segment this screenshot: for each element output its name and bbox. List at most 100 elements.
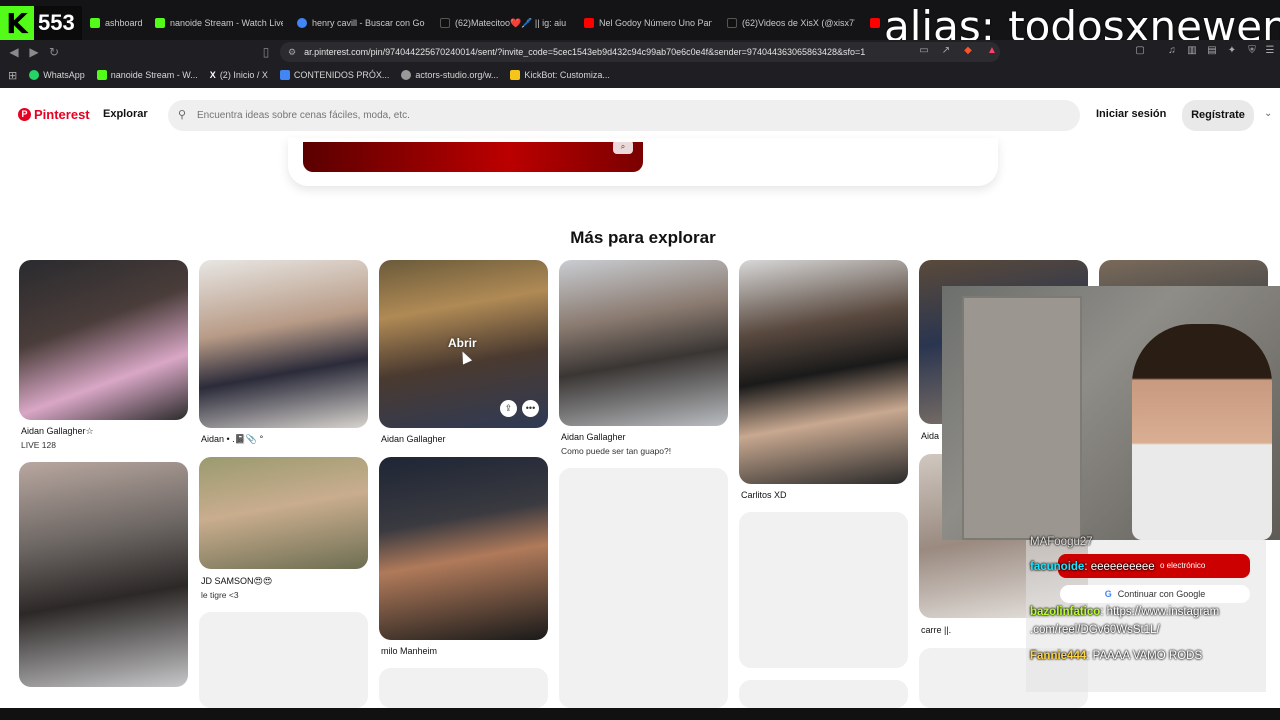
tab-youtube-nel-godoy[interactable]: Nel Godoy Número Uno Panif	[584, 12, 712, 34]
pin-title: Aidan Gallagher	[561, 432, 626, 442]
open-pin-label[interactable]: Abrir	[448, 336, 477, 350]
pin-card[interactable]	[19, 462, 188, 687]
section-title: Más para explorar	[570, 228, 716, 247]
webcam-streamer	[1132, 324, 1272, 540]
nav-explorar[interactable]: Explorar	[103, 108, 148, 120]
address-bar[interactable]: ⚙ ar.pinterest.com/pin/97404422567024001…	[280, 42, 1000, 62]
bookmark-label: actors-studio.org/w...	[415, 70, 499, 80]
kickbot-icon	[510, 70, 521, 80]
logo-text: Pinterest	[34, 107, 90, 122]
search-icon: ⚲	[178, 109, 187, 121]
sidebar-icon[interactable]: ▥	[1186, 45, 1198, 57]
bookmark-nanoide[interactable]: nanoide Stream - W...	[96, 70, 198, 80]
pin-placeholder	[739, 512, 908, 668]
bookmark-label: nanoide Stream - W...	[110, 70, 198, 80]
tab-tiktok-xisx[interactable]: (62)Videos de XisX (@xisx77) c	[727, 12, 855, 34]
x-icon: X	[209, 70, 216, 80]
tab-google-search[interactable]: henry cavill - Buscar con Goog	[297, 12, 425, 34]
search-input[interactable]	[197, 110, 1057, 121]
bookmark-whatsapp[interactable]: WhatsApp	[29, 70, 85, 80]
tab-tiktok-matecitoo[interactable]: (62)Matecitoo❤️🖊️ || ig: aiu	[440, 12, 568, 34]
chat-text: PAAAA VAMO RODS	[1092, 650, 1203, 662]
pin-title: Carlitos XD	[741, 490, 787, 500]
brave-shield-icon[interactable]: ◆	[962, 45, 974, 57]
pin-title: Aidan Gallagher	[381, 434, 446, 444]
bookmark-icon[interactable]: ▯	[258, 44, 274, 60]
pin-placeholder	[559, 468, 728, 708]
pin-card[interactable]	[19, 260, 188, 420]
pin-card[interactable]	[199, 457, 368, 569]
vpn-icon[interactable]: ✦	[1226, 45, 1238, 57]
extensions-icon[interactable]: ▢	[1134, 45, 1146, 57]
apps-grid-icon[interactable]: ⊞	[8, 69, 17, 82]
pin-closeup-card: ⌕	[288, 138, 998, 186]
pin-card[interactable]	[379, 457, 548, 640]
site-settings-icon[interactable]: ⚙	[288, 47, 296, 58]
chevron-down-icon[interactable]: ⌄	[1264, 108, 1272, 119]
music-icon[interactable]: ♫	[1166, 45, 1178, 57]
pin-placeholder	[379, 668, 548, 708]
chat-text: .com/reel/DGv60WsSt1L/	[1030, 624, 1160, 636]
tab-nanoide-stream[interactable]: nanoide Stream - Watch Live o	[155, 12, 283, 34]
brave-rewards-icon[interactable]: ▲	[986, 45, 998, 57]
address-row: ◀ ▶ ↻ ▯ ⚙ ar.pinterest.com/pin/974044225…	[0, 40, 1280, 64]
install-icon[interactable]: ▭	[918, 45, 930, 57]
viewer-count: 553	[38, 10, 75, 35]
wallet-icon[interactable]: ▤	[1206, 45, 1218, 57]
kick-logo: K	[0, 6, 34, 40]
visual-search-icon[interactable]: ⌕	[613, 140, 633, 154]
bookmark-label: CONTENIDOS PRÓX...	[293, 70, 390, 80]
register-button[interactable]: Regístrate	[1182, 100, 1254, 131]
signup-email-label: o electrónico	[1160, 561, 1206, 570]
chat-username: Fannie444	[1030, 650, 1087, 662]
chat-message-continued: .com/reel/DGv60WsSt1L/	[1030, 624, 1160, 636]
pin-subtitle: le tigre <3	[201, 590, 239, 600]
pinterest-header: PPinterest Explorar ⚲ Iniciar sesión Reg…	[0, 88, 1280, 144]
kick-icon	[96, 70, 107, 80]
more-options-icon[interactable]: •••	[522, 400, 539, 417]
pin-title: milo Manheim	[381, 646, 438, 656]
pin-title: Aida	[921, 431, 940, 441]
menu-dots-icon[interactable]: ☰	[1264, 45, 1276, 57]
pin-title: Aidan • .📓📎 °	[201, 434, 264, 444]
search-bar[interactable]: ⚲	[168, 100, 1080, 131]
share-icon[interactable]: ↗	[940, 45, 952, 57]
pin-card[interactable]	[559, 260, 728, 426]
pin-title: JD SAMSON😍😍	[201, 576, 273, 586]
tab-label: (62)Matecitoo❤️🖊️ || ig: aiu	[455, 17, 567, 28]
kick-icon	[155, 18, 165, 28]
tab-label: henry cavill - Buscar con Goog	[312, 18, 425, 28]
tab-dashboard[interactable]: ashboard	[90, 12, 148, 34]
google-icon	[297, 18, 307, 28]
chat-message: bazolinfatico: https://www.instagram	[1030, 606, 1220, 618]
bookmark-contenidos[interactable]: CONTENIDOS PRÓX...	[279, 70, 390, 80]
bookmark-kickbot[interactable]: KickBot: Customiza...	[510, 70, 610, 80]
pin-placeholder	[739, 680, 908, 708]
reload-icon[interactable]: ↻	[46, 44, 62, 60]
pinterest-logo[interactable]: P Pinterest	[18, 107, 90, 122]
pin-card[interactable]	[739, 260, 908, 484]
pin-title: Aidan Gallagher☆	[21, 426, 94, 436]
login-button[interactable]: Iniciar sesión	[1096, 108, 1166, 120]
pin-subtitle: Como puede ser tan guapo?!	[561, 446, 672, 456]
youtube-icon	[870, 18, 880, 28]
globe-icon	[401, 70, 412, 80]
webcam-background-door	[962, 296, 1082, 540]
bookmark-label: (2) Inicio / X	[219, 70, 268, 80]
share-pin-icon[interactable]: ⇪	[500, 400, 517, 417]
browser-chrome: ashboard nanoide Stream - Watch Live o h…	[0, 0, 1280, 88]
forward-icon[interactable]: ▶	[26, 44, 42, 60]
bottom-bar	[0, 708, 1280, 720]
bookmark-label: WhatsApp	[43, 70, 85, 80]
url-text[interactable]: ar.pinterest.com/pin/974044225670240014/…	[304, 47, 865, 57]
chat-username: facunoide	[1030, 561, 1085, 573]
pin-image[interactable]	[303, 142, 643, 172]
chat-text: https://www.instagram	[1106, 606, 1220, 618]
google-button-label: Continuar con Google	[1117, 589, 1206, 599]
pin-card[interactable]	[199, 260, 368, 428]
back-icon[interactable]: ◀	[6, 44, 22, 60]
bookmark-x[interactable]: X (2) Inicio / X	[210, 70, 268, 80]
bookmark-actors-studio[interactable]: actors-studio.org/w...	[401, 70, 498, 80]
menu-icon[interactable]: ⛨	[1246, 45, 1258, 57]
tab-label: Nel Godoy Número Uno Panif	[599, 18, 712, 28]
